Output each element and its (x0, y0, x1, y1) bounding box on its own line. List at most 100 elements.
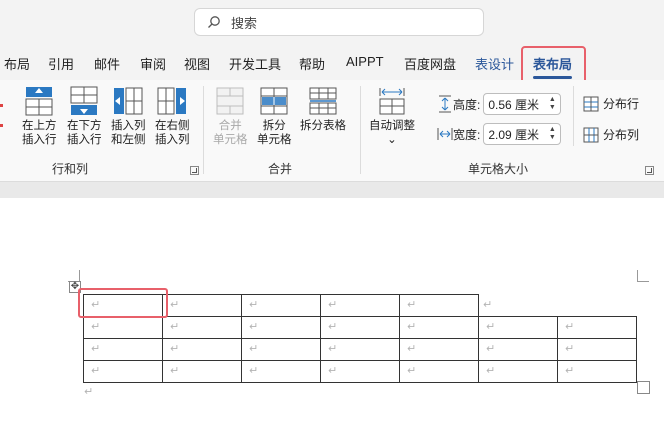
split-cells-line1: 拆分 (262, 120, 286, 132)
page-corner-mark (637, 270, 649, 282)
spin-down-icon[interactable]: ▼ (549, 104, 556, 112)
group-separator (573, 86, 574, 146)
distribute-rows-button[interactable]: 分布行 (583, 95, 639, 112)
merge-cells-icon (216, 87, 244, 115)
autofit-label: 自动调整 (369, 120, 415, 132)
tab-developer[interactable]: 开发工具 (229, 54, 281, 73)
insert-above-line2: 插入行 (22, 134, 57, 146)
chevron-down-icon: ⌄ (387, 134, 397, 146)
paragraph-mark: ↵ (170, 365, 180, 377)
tab-mailings[interactable]: 邮件 (94, 54, 120, 73)
column-width-icon (437, 128, 453, 140)
search-icon (208, 16, 220, 28)
search-label: 搜索 (231, 15, 258, 31)
paragraph-mark: ↵ (91, 365, 101, 377)
paragraph-mark: ↵ (249, 365, 259, 377)
tab-references[interactable]: 引用 (48, 54, 74, 73)
paragraph-mark: ↵ (407, 299, 417, 311)
paragraph-mark: ↵ (565, 365, 575, 377)
insert-above-line1: 在上方 (22, 120, 57, 132)
paragraph-mark: ↵ (486, 321, 496, 333)
paragraph-mark: ↵ (565, 321, 575, 333)
paragraph-mark: ↵ (407, 343, 417, 355)
insert-below-button[interactable]: 在下方 插入行 (67, 86, 102, 147)
delete-icon-partial (0, 104, 3, 127)
paragraph-mark: ↵ (407, 365, 417, 377)
insert-right-line2: 插入列 (155, 134, 190, 146)
paragraph-mark: ↵ (486, 365, 496, 377)
title-bar: 搜索 (0, 0, 664, 44)
insert-right-button[interactable]: 在右侧 插入列 (155, 86, 190, 147)
distribute-cols-button[interactable]: 分布列 (583, 126, 639, 143)
paragraph-mark: ↵ (328, 299, 338, 311)
split-cells-button[interactable]: 拆分 单元格 (257, 86, 292, 147)
insert-below-line2: 插入行 (67, 134, 102, 146)
paragraph-mark: ↵ (91, 321, 101, 333)
insert-column-left-icon (114, 87, 143, 115)
spin-down-icon[interactable]: ▼ (549, 134, 556, 142)
distribute-columns-icon (583, 127, 599, 142)
paragraph-mark: ↵ (249, 299, 259, 311)
paragraph-mark: ↵ (328, 343, 338, 355)
insert-column-right-icon (157, 87, 187, 115)
split-cells-icon (260, 87, 288, 115)
cell-size-launcher-icon[interactable] (645, 166, 654, 175)
paragraph-mark: ↵ (249, 343, 259, 355)
paragraph-mark: ↵ (91, 343, 101, 355)
table-resize-handle[interactable] (637, 381, 650, 394)
tab-view[interactable]: 视图 (184, 54, 210, 73)
merge-cells-line1: 合并 (218, 120, 242, 132)
split-cells-line2: 单元格 (257, 134, 292, 146)
insert-left-line1: 插入列 (111, 120, 146, 132)
insert-right-line1: 在右侧 (155, 120, 190, 132)
paragraph-mark: ↵ (84, 386, 94, 398)
insert-row-above-icon (25, 87, 53, 116)
distribute-cols-label: 分布列 (603, 128, 640, 142)
paragraph-mark: ↵ (328, 321, 338, 333)
merge-cells-line2: 单元格 (213, 134, 248, 146)
merge-group-label: 合并 (268, 162, 293, 176)
paragraph-mark: ↵ (170, 343, 180, 355)
paragraph-mark: ↵ (249, 321, 259, 333)
spin-up-icon[interactable]: ▲ (549, 126, 556, 134)
ribbon-panel: 在上方 插入行 在下方 插入行 插入列 和左侧 在右侧 插入列 行和列 合并 单… (0, 80, 664, 182)
height-label: 高度: (453, 97, 481, 112)
merge-cells-button[interactable]: 合并 单元格 (213, 86, 248, 147)
insert-left-button[interactable]: 插入列 和左侧 (111, 86, 146, 147)
width-row: 宽度: 2.09 厘米 ▲ ▼ (437, 123, 562, 145)
split-table-button[interactable]: 拆分表格 (300, 86, 346, 133)
paragraph-mark: ↵ (328, 365, 338, 377)
insert-row-below-icon (70, 86, 98, 115)
document-gap (0, 182, 664, 198)
group-separator (203, 86, 204, 174)
autofit-icon (379, 88, 405, 115)
rows-cols-launcher-icon[interactable] (190, 166, 199, 175)
autofit-button[interactable]: 自动调整 ⌄ (369, 86, 415, 147)
tab-help[interactable]: 帮助 (299, 54, 325, 73)
tab-review[interactable]: 审阅 (140, 54, 166, 73)
cell-highlight-box (78, 288, 168, 318)
spin-up-icon[interactable]: ▲ (549, 96, 556, 104)
row-height-icon (439, 95, 451, 113)
height-value: 0.56 厘米 (488, 97, 540, 112)
paragraph-mark: ↵ (407, 321, 417, 333)
tab-baidu-netdisk[interactable]: 百度网盘 (404, 54, 456, 73)
cell-size-group-label: 单元格大小 (468, 162, 529, 176)
split-table-icon (309, 87, 337, 115)
insert-below-line1: 在下方 (67, 120, 102, 132)
width-spinner[interactable]: 2.09 厘米 ▲ ▼ (483, 123, 562, 145)
search-box[interactable]: 搜索 (194, 8, 484, 36)
width-label: 宽度: (453, 127, 481, 142)
height-spinner[interactable]: 0.56 厘米 ▲ ▼ (483, 93, 562, 115)
distribute-rows-icon (583, 96, 599, 111)
tab-layout[interactable]: 布局 (4, 54, 30, 73)
insert-left-line2: 和左侧 (111, 134, 146, 146)
insert-above-button[interactable]: 在上方 插入行 (22, 86, 57, 147)
paragraph-mark: ↵ (565, 343, 575, 355)
paragraph-mark: ↵ (483, 299, 493, 311)
tab-table-design[interactable]: 表设计 (475, 54, 514, 73)
split-table-label: 拆分表格 (300, 120, 346, 132)
tab-aippt[interactable]: AIPPT (346, 54, 384, 69)
rows-cols-group-label: 行和列 (52, 162, 89, 176)
paragraph-mark: ↵ (170, 321, 180, 333)
